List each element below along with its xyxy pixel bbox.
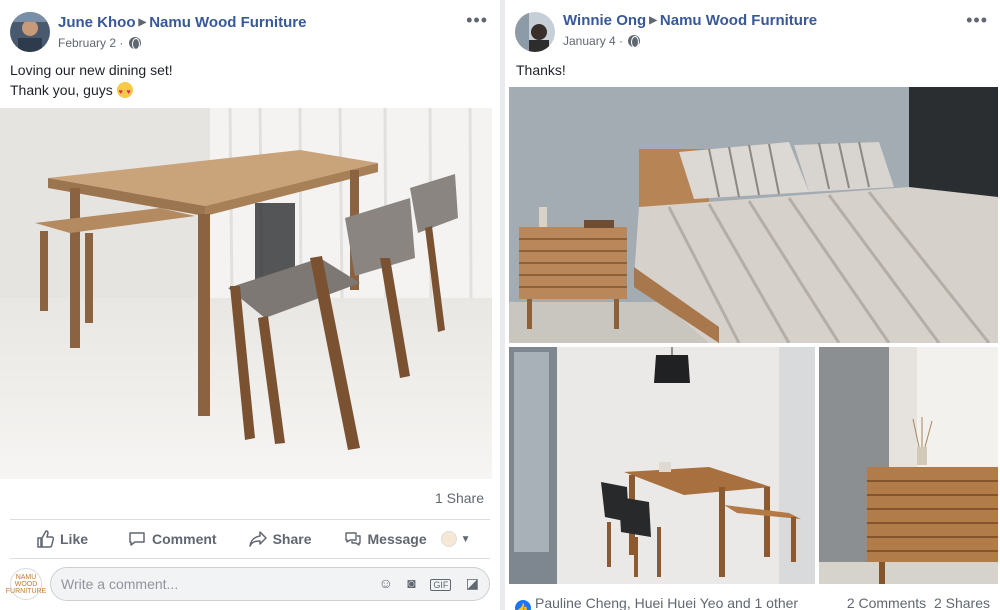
globe-icon [628,35,641,48]
dining-nook-photo[interactable] [509,347,815,584]
post-text: Thanks! [516,62,566,78]
post-june-khoo: June Khoo ▶ Namu Wood Furniture February 2… [0,0,500,610]
more-options-icon[interactable]: ••• [966,10,988,31]
page-name[interactable]: Namu Wood Furniture [149,14,306,31]
post-date[interactable]: January 4 [563,34,616,48]
arrow-right-icon: ▶ [138,17,147,28]
post-text: Loving our new dining set! Thank you, gu… [0,56,500,103]
shares-count[interactable]: 1 Share [435,490,484,506]
side-table-photo[interactable] [819,347,998,584]
dining-set-photo[interactable] [0,108,492,479]
post-title: June Khoo ▶ Namu Wood Furniture [58,14,306,31]
share-label: Share [272,531,312,547]
comment-placeholder: Write a comment... [61,576,179,592]
author-avatar[interactable] [10,12,50,52]
page-avatar[interactable]: NAMU WOOD FURNITURE [6,568,46,600]
post-title: Winnie Ong ▶ Namu Wood Furniture [563,12,817,29]
post-text-line1: Loving our new dining set! [10,62,173,78]
chevron-down-icon: ▼ [460,533,471,545]
emoji-icon[interactable]: ☺ [379,575,393,591]
arrow-right-icon: ▶ [649,15,657,26]
gif-icon[interactable]: GIF [430,579,452,591]
message-icon [344,532,361,546]
like-label: Like [60,531,89,547]
page-name[interactable]: Namu Wood Furniture [660,12,817,29]
post-header: June Khoo ▶ Namu Wood Furniture February 2… [0,0,500,56]
page-selector[interactable]: ▼ [440,531,471,547]
post-date[interactable]: February 2 [58,36,116,50]
like-icon [37,530,54,548]
engagement-counts: 2 Comments 2 Shares [847,595,990,610]
camera-icon[interactable]: ◙ [407,575,415,591]
message-label: Message [367,531,427,547]
comment-input[interactable]: Write a comment... ☺ ◙ GIF ◪ [50,567,490,601]
heart-eyes-emoji-icon [116,82,133,103]
author-avatar[interactable] [515,12,555,52]
comments-count[interactable]: 2 Comments [847,595,926,610]
author-name[interactable]: June Khoo [58,14,136,31]
shares-count[interactable]: 2 Shares [934,595,990,610]
action-bar: Like Comment Share Message ▼ [10,519,490,559]
page-avatar-small-icon [440,531,457,547]
post-meta: January 4 · [563,34,641,48]
sticker-icon[interactable]: ◪ [466,575,479,592]
reactions-text: Pauline Cheng, Huei Huei Yeo and 1 other [535,595,799,610]
reactions-summary[interactable]: 👍 Pauline Cheng, Huei Huei Yeo and 1 othe… [515,595,798,610]
comment-button[interactable]: Comment [128,530,217,548]
like-reaction-icon: 👍 [515,600,531,610]
comment-icon [129,532,145,546]
globe-icon [128,37,141,50]
like-button[interactable]: Like [36,530,88,548]
author-name[interactable]: Winnie Ong [563,12,646,29]
more-options-icon[interactable]: ••• [466,10,488,31]
page-avatar-text: NAMU WOOD FURNITURE [5,573,47,595]
share-icon [248,531,267,547]
post-header: Winnie Ong ▶ Namu Wood Furniture January 4… [505,0,1000,56]
message-button[interactable]: Message [344,530,427,548]
bedroom-photo[interactable] [509,87,998,343]
post-meta: February 2 · [58,36,141,50]
comment-label: Comment [152,531,217,547]
post-text-line2: Thank you, guys [10,82,113,98]
post-winnie-ong: Winnie Ong ▶ Namu Wood Furniture January 4… [505,0,1000,610]
comment-composer: NAMU WOOD FURNITURE Write a comment... ☺… [6,566,490,602]
share-button[interactable]: Share [248,530,312,548]
